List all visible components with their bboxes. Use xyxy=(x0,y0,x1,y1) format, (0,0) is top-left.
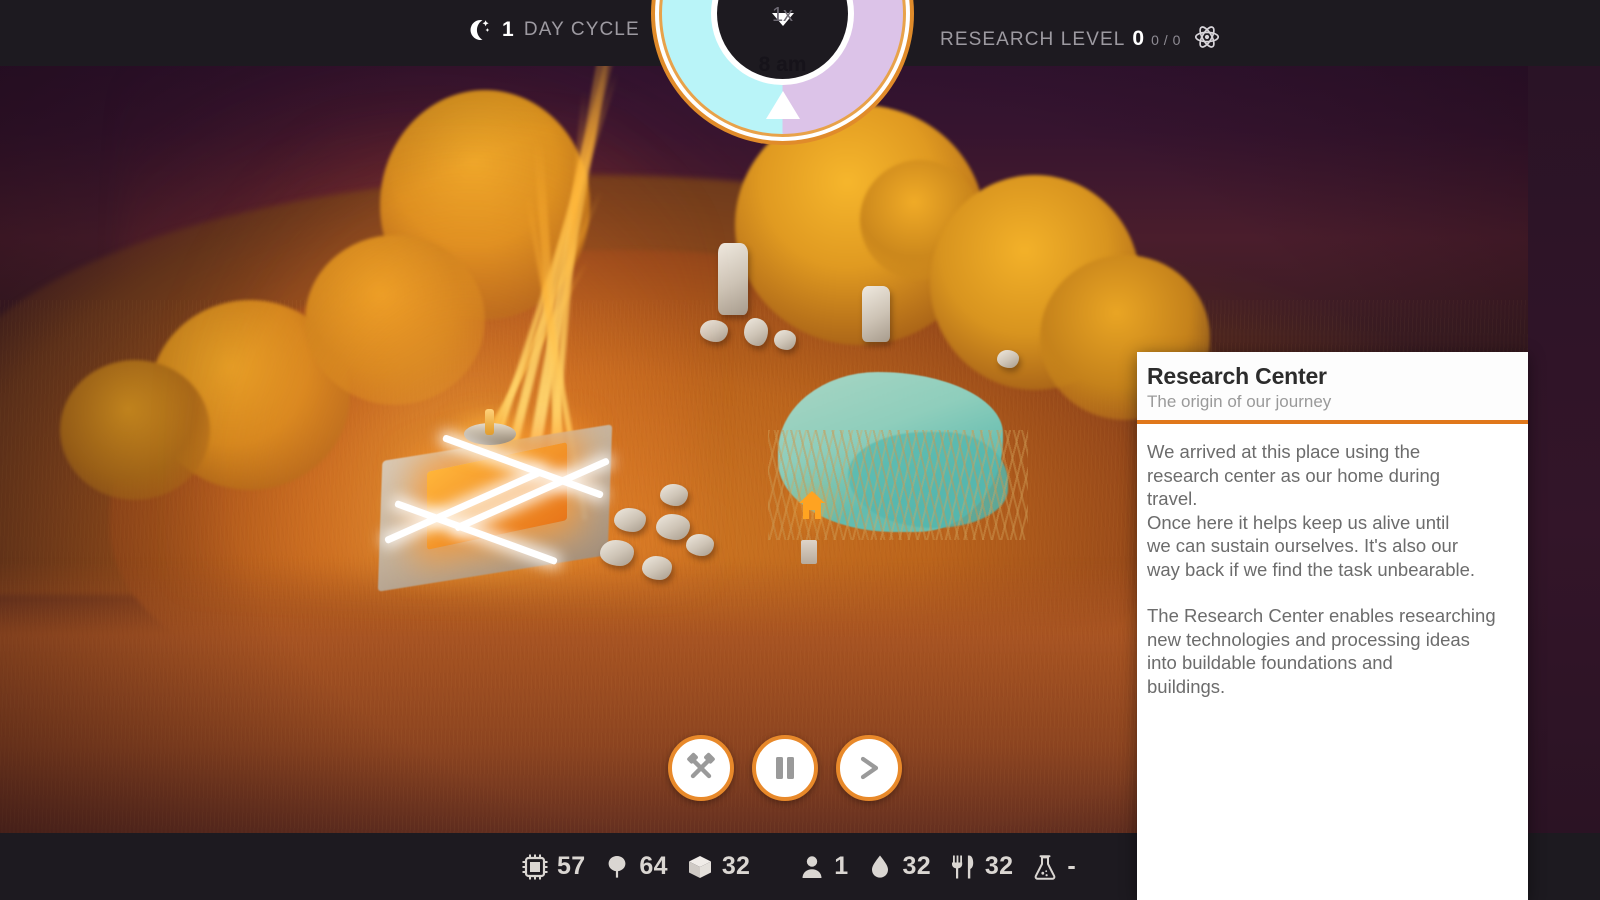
crate-value: 32 xyxy=(721,852,751,880)
person-icon xyxy=(797,852,827,882)
water-resource[interactable]: 32 xyxy=(865,852,931,882)
chip-value: 57 xyxy=(557,852,586,880)
flask-icon xyxy=(1030,852,1060,882)
game-screen: 1 DAY CYCLE RESEARCH LEVEL 0 0 / 0 1x 8 … xyxy=(0,0,1600,900)
crossed-hammers-icon xyxy=(687,752,715,779)
pause-button[interactable] xyxy=(752,735,818,801)
day-cycle-indicator: 1 DAY CYCLE xyxy=(466,17,640,43)
info-panel-paragraph: We arrived at this place using the resea… xyxy=(1147,441,1476,580)
science-resource[interactable]: - xyxy=(1030,852,1076,882)
atom-icon[interactable] xyxy=(1194,24,1220,50)
clock-time-pointer xyxy=(765,91,800,119)
population-value: 1 xyxy=(834,852,849,880)
tree-icon xyxy=(602,852,632,882)
day-night-clock-dial[interactable]: 1x 8 am xyxy=(651,0,914,145)
cube-icon xyxy=(685,852,715,882)
fast-forward-button[interactable] xyxy=(836,735,902,801)
resource-bar: 57 64 32 1 32 32 - xyxy=(520,833,1093,900)
info-panel-header: Research Center The origin of our journe… xyxy=(1137,352,1528,420)
resource-group-materials: 57 64 32 xyxy=(520,852,767,882)
water-value: 32 xyxy=(902,852,931,880)
water-droplet-icon xyxy=(865,852,895,882)
resource-group-colony: 1 32 32 - xyxy=(797,852,1093,882)
food-resource[interactable]: 32 xyxy=(948,852,1013,882)
day-cycle-number: 1 xyxy=(502,18,514,41)
crate-resource[interactable]: 32 xyxy=(685,852,750,882)
research-level-label: RESEARCH LEVEL xyxy=(940,29,1126,50)
info-panel-body: We arrived at this place using the resea… xyxy=(1137,424,1528,698)
food-value: 32 xyxy=(984,852,1014,880)
build-button[interactable] xyxy=(668,735,734,801)
crescent-moon-icon xyxy=(470,20,490,41)
info-panel-subtitle: The origin of our journey xyxy=(1147,392,1332,411)
play-forward-icon xyxy=(860,756,879,780)
wood-value: 64 xyxy=(639,852,668,880)
research-level-indicator[interactable]: RESEARCH LEVEL 0 0 / 0 xyxy=(940,19,1220,51)
info-panel[interactable]: Research Center The origin of our journe… xyxy=(1137,352,1528,900)
day-cycle-label: DAY CYCLE xyxy=(523,19,640,40)
right-gutter xyxy=(1528,66,1600,833)
info-panel-title: Research Center xyxy=(1147,363,1327,389)
population-resource[interactable]: 1 xyxy=(797,852,848,882)
pause-icon xyxy=(776,757,794,779)
fork-knife-icon xyxy=(948,852,978,882)
wood-resource[interactable]: 64 xyxy=(602,852,668,882)
chip-resource[interactable]: 57 xyxy=(520,852,585,882)
research-level-value: 0 xyxy=(1132,27,1145,50)
science-value: - xyxy=(1067,852,1076,880)
clock-time-label: 8 am xyxy=(758,53,807,76)
microchip-icon xyxy=(520,852,550,882)
game-speed-label[interactable]: 1x xyxy=(651,4,914,27)
game-controls xyxy=(668,735,902,801)
research-progress: 0 / 0 xyxy=(1151,32,1181,48)
info-panel-paragraph: The Research Center enables researching … xyxy=(1147,605,1496,697)
